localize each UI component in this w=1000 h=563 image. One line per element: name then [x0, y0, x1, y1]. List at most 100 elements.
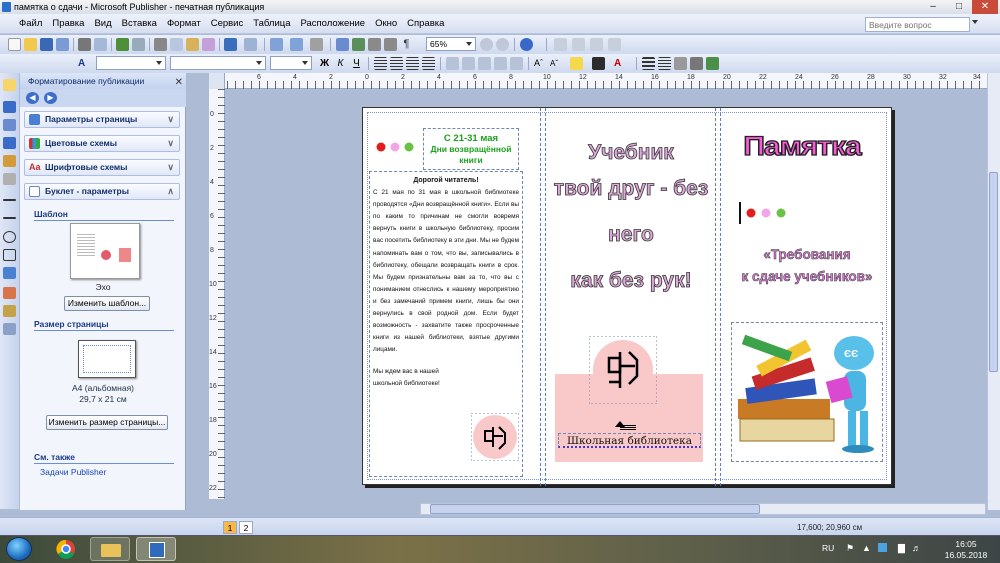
columns-icon[interactable] [352, 38, 365, 51]
horizontal-scroll-thumb[interactable] [430, 504, 760, 514]
page-2-button[interactable]: 2 [239, 521, 253, 534]
insert-hyperlink-icon[interactable] [336, 38, 349, 51]
autoshapes-tool-icon[interactable] [3, 267, 16, 279]
back-icon[interactable]: ◀ [26, 92, 39, 104]
line-style-icon[interactable] [642, 57, 655, 70]
copy-icon[interactable] [170, 38, 183, 51]
print-preview-icon[interactable] [94, 38, 107, 51]
oval-tool-icon[interactable] [3, 231, 16, 243]
section-font-schemes[interactable]: Aa Шрифтовые схемы ∨ [24, 159, 180, 176]
start-button[interactable] [6, 537, 32, 561]
books-picture[interactable]: ЄЄ [731, 322, 883, 462]
font-select[interactable] [170, 56, 266, 70]
arrow-tool-icon[interactable] [3, 217, 16, 219]
unlink-icon[interactable] [572, 38, 585, 51]
template-thumbnail[interactable] [70, 223, 140, 279]
research-icon[interactable] [132, 38, 145, 51]
next-frame-icon[interactable] [590, 38, 603, 51]
publisher-taskbar-icon[interactable] [136, 537, 176, 561]
select-tool-icon[interactable] [3, 79, 16, 91]
shadow-style-icon[interactable] [690, 57, 703, 70]
vertical-ruler[interactable]: 0 2 4 6 8 10 12 14 16 18 20 22 [209, 89, 225, 499]
library-emblem-icon[interactable] [589, 336, 657, 404]
menu-arrange[interactable]: Расположение [295, 14, 370, 34]
picture-tool-icon[interactable] [3, 155, 16, 167]
change-page-size-button[interactable]: Изменить размер страницы... [46, 415, 168, 430]
close-button[interactable]: ✕ [972, 0, 998, 14]
font-color-icon[interactable]: A [614, 57, 627, 70]
table-tool-icon[interactable] [3, 119, 16, 131]
language-indicator[interactable]: RU [822, 543, 834, 553]
underline-icon[interactable]: Ч [350, 57, 363, 70]
rotate-icon[interactable] [290, 38, 303, 51]
more-controls-icon[interactable] [3, 323, 16, 335]
explorer-taskbar-icon[interactable] [90, 537, 130, 561]
menu-tools[interactable]: Сервис [206, 14, 249, 34]
align-left-icon[interactable] [374, 57, 387, 70]
help-search-input[interactable] [865, 17, 970, 32]
menu-edit[interactable]: Правка [47, 14, 89, 34]
bring-forward-icon[interactable] [270, 38, 283, 51]
new-icon[interactable] [8, 38, 21, 51]
design-gallery-icon[interactable] [3, 305, 16, 317]
link-icon[interactable] [554, 38, 567, 51]
line-spacing-icon[interactable] [446, 57, 459, 70]
menu-table[interactable]: Таблица [248, 14, 295, 34]
page-1-button[interactable]: 1 [223, 521, 237, 534]
format-painter-icon[interactable] [202, 38, 215, 51]
publisher-tasks-link[interactable]: Задачи Publisher [40, 467, 106, 477]
zoom-out-icon[interactable] [480, 38, 493, 51]
clock-date[interactable]: 16.05.2018 [938, 550, 994, 560]
numbering-icon[interactable] [462, 57, 475, 70]
menu-help[interactable]: Справка [402, 14, 449, 34]
fill-color-icon[interactable] [570, 57, 583, 70]
align-right-icon[interactable] [406, 57, 419, 70]
horizontal-ruler[interactable]: 6 4 2 0 2 4 6 8 10 12 14 16 18 20 22 24 … [209, 73, 988, 89]
align-center-icon[interactable] [390, 57, 403, 70]
vertical-scroll-thumb[interactable] [989, 172, 998, 372]
menu-window[interactable]: Окно [370, 14, 402, 34]
line-color-icon[interactable] [592, 57, 605, 70]
section-page-options[interactable]: Параметры страницы ∨ [24, 111, 180, 128]
forward-icon[interactable]: ▶ [44, 92, 57, 104]
security-icon[interactable] [878, 543, 887, 552]
menu-file[interactable]: Файл [14, 14, 47, 34]
slogan-text[interactable]: Учебник твой друг - без него как без рук… [549, 140, 713, 304]
style-select[interactable] [96, 56, 166, 70]
paragraph-marks-icon[interactable]: ¶ [400, 38, 413, 51]
memo-title[interactable]: Памятка [727, 131, 877, 163]
text-box-icon[interactable] [368, 38, 381, 51]
zoom-select[interactable]: 65% [426, 37, 476, 51]
italic-icon[interactable]: К [334, 57, 347, 70]
publication-page[interactable]: С 21-31 мая Дни возвращённой книги Дорог… [362, 107, 893, 486]
picture-frame-icon[interactable] [3, 173, 16, 185]
shrink-font-icon[interactable]: Aˇ [550, 57, 563, 70]
volume-icon[interactable]: ♬ [912, 543, 921, 553]
minimize-button[interactable]: – [920, 0, 946, 14]
bullets-icon[interactable] [478, 57, 491, 70]
network-icon[interactable]: ▲ [862, 543, 871, 553]
rectangle-tool-icon[interactable] [3, 249, 16, 261]
section-booklet-options[interactable]: Буклет - параметры ∧ [24, 183, 180, 200]
menu-format[interactable]: Формат [162, 14, 206, 34]
change-template-button[interactable]: Изменить шаблон... [64, 296, 150, 311]
zoom-in-icon[interactable] [496, 38, 509, 51]
clock-time[interactable]: 16:05 [944, 539, 988, 549]
spelling-icon[interactable] [116, 38, 129, 51]
bold-icon[interactable]: Ж [318, 57, 331, 70]
styles-icon[interactable]: A [78, 57, 91, 70]
library-name[interactable]: Школьная библиотека [558, 433, 701, 448]
signal-icon[interactable]: ▇ [898, 543, 905, 554]
dates-text-box[interactable]: С 21-31 мая Дни возвращённой книги [423, 128, 519, 170]
group-icon[interactable] [310, 38, 323, 51]
paste-icon[interactable] [186, 38, 199, 51]
maximize-button[interactable]: □ [946, 0, 972, 14]
help-search-dropdown-icon[interactable] [972, 20, 978, 24]
grow-font-icon[interactable]: Aˆ [534, 57, 547, 70]
table-icon[interactable] [384, 38, 397, 51]
decrease-indent-icon[interactable] [494, 57, 507, 70]
memo-subtitle[interactable]: «Требования к сдаче учебников» [721, 244, 893, 288]
menu-insert[interactable]: Вставка [117, 14, 162, 34]
page-size-thumbnail[interactable] [78, 340, 136, 378]
text-box-tool-icon[interactable] [3, 101, 16, 113]
